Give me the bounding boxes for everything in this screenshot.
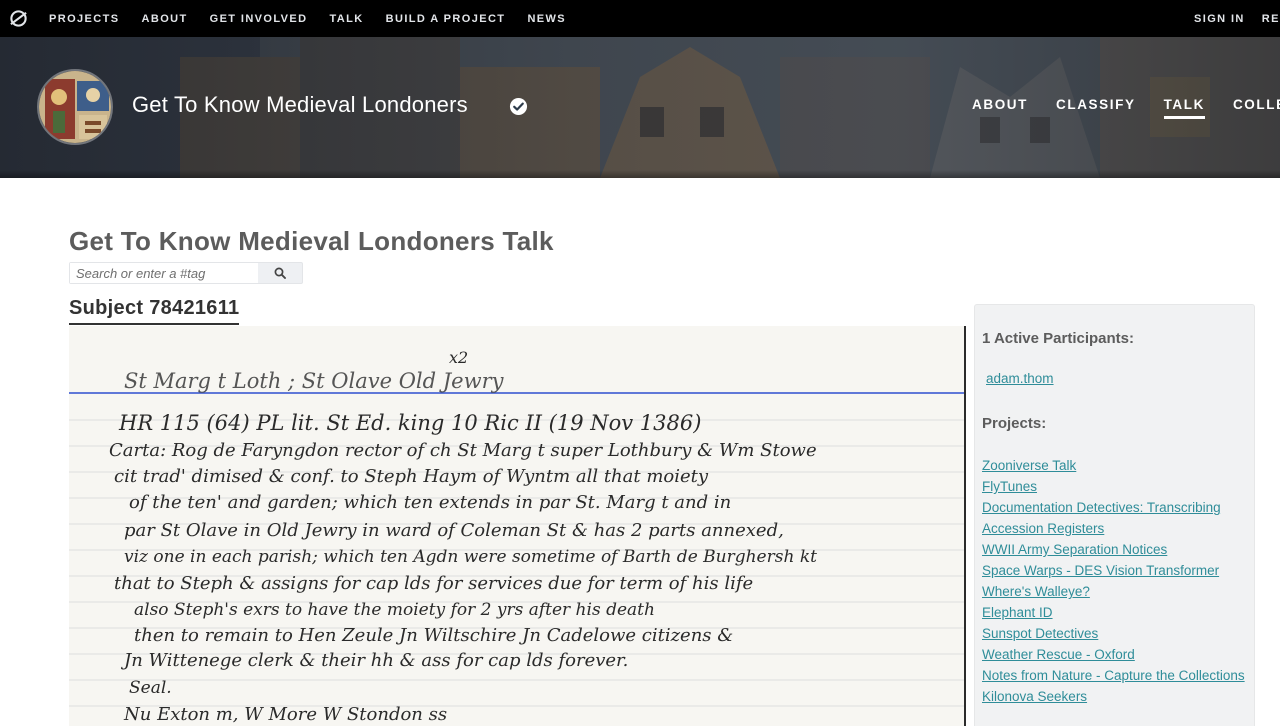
- manuscript-line: x2: [449, 348, 468, 367]
- talk-search-input[interactable]: [70, 263, 258, 283]
- manuscript-page: x2 St Marg t Loth ; St Olave Old Jewry HR …: [69, 348, 964, 725]
- project-tab-about[interactable]: ABOUT: [972, 97, 1028, 116]
- project-link[interactable]: Where's Walleye?: [982, 581, 1252, 602]
- manuscript-line: then to remain to Hen Zeule Jn Wiltschir…: [134, 625, 733, 646]
- project-link[interactable]: Sunspot Detectives: [982, 623, 1252, 644]
- talk-page-title: Get To Know Medieval Londoners Talk: [69, 226, 554, 256]
- project-avatar[interactable]: [37, 69, 113, 145]
- nav-about[interactable]: ABOUT: [142, 13, 188, 25]
- subject-title: Subject 78421611: [69, 297, 240, 319]
- nav-news[interactable]: NEWS: [527, 13, 566, 25]
- manuscript-line: cit trad' dimised & conf. to Steph Haym …: [114, 466, 709, 487]
- project-tab-talk[interactable]: TALK: [1163, 97, 1206, 119]
- project-link[interactable]: Weather Rescue - Oxford: [982, 644, 1252, 665]
- project-link[interactable]: Documentation Detectives: Transcribing A…: [982, 497, 1252, 539]
- subject-title-underline: [69, 323, 239, 325]
- project-link[interactable]: FlyTunes: [982, 476, 1252, 497]
- register-link[interactable]: REGI: [1262, 13, 1280, 25]
- zooniverse-logo-icon[interactable]: [9, 9, 28, 28]
- manuscript-line: Jn Wittenege clerk & their hh & ass for …: [120, 650, 628, 671]
- nav-build-a-project[interactable]: BUILD A PROJECT: [386, 13, 506, 25]
- sign-in-link[interactable]: SIGN IN: [1194, 13, 1245, 25]
- project-link[interactable]: WWII Army Separation Notices: [982, 539, 1252, 560]
- nav-talk[interactable]: TALK: [330, 13, 364, 25]
- nav-get-involved[interactable]: GET INVOLVED: [210, 13, 308, 25]
- header-bottom-shadow: [0, 170, 1280, 178]
- account-links: SIGN IN REGI: [1194, 0, 1280, 37]
- site-links: PROJECTS ABOUT GET INVOLVED TALK BUILD A…: [49, 0, 588, 37]
- manuscript-line: Seal.: [129, 678, 172, 698]
- project-link[interactable]: Space Warps - DES Vision Transformer: [982, 560, 1252, 581]
- participant-link[interactable]: adam.thom: [986, 371, 1054, 386]
- projects-heading: Projects:: [982, 415, 1047, 432]
- project-link[interactable]: Zooniverse Talk: [982, 455, 1252, 476]
- subject-image[interactable]: x2 St Marg t Loth ; St Olave Old Jewry HR …: [69, 326, 966, 726]
- manuscript-line: also Steph's exrs to have the moiety for…: [134, 600, 655, 620]
- manuscript-line: Nu Exton m, W More W Stondon ss: [123, 704, 447, 725]
- site-nav: PROJECTS ABOUT GET INVOLVED TALK BUILD A…: [0, 0, 1280, 37]
- project-link[interactable]: Elephant ID: [982, 602, 1252, 623]
- manuscript-line: St Marg t Loth ; St Olave Old Jewry: [124, 369, 505, 393]
- talk-sidebar: 1 Active Participants: adam.thom Project…: [974, 304, 1255, 726]
- search-icon: [274, 267, 286, 279]
- manuscript-line: Carta: Rog de Faryngdon rector of ch St …: [109, 440, 817, 461]
- project-link[interactable]: Notes from Nature - Capture the Collecti…: [982, 665, 1252, 686]
- talk-search: [69, 262, 303, 284]
- projects-list: Zooniverse Talk FlyTunes Documentation D…: [982, 455, 1252, 707]
- project-tab-classify[interactable]: CLASSIFY: [1056, 97, 1136, 116]
- project-tab-collect[interactable]: COLLECT: [1233, 97, 1280, 116]
- nav-projects[interactable]: PROJECTS: [49, 13, 120, 25]
- project-link[interactable]: Kilonova Seekers: [982, 686, 1252, 707]
- project-nav: ABOUT CLASSIFY TALK COLLECT: [972, 97, 1280, 119]
- manuscript-line: that to Steph & assigns for cap lds for …: [114, 573, 753, 594]
- manuscript-line: HR 115 (64) PL lit. St Ed. king 10 Ric I…: [118, 411, 701, 435]
- manuscript-line: of the ten' and garden; which ten extend…: [129, 492, 731, 513]
- manuscript-line: par St Olave in Old Jewry in ward of Col…: [124, 520, 784, 541]
- project-title[interactable]: Get To Know Medieval Londoners: [132, 92, 468, 118]
- participants-heading: 1 Active Participants:: [982, 330, 1134, 347]
- manuscript-line: viz one in each parish; which ten Agdn w…: [124, 547, 817, 567]
- project-header: Get To Know Medieval Londoners ABOUT CLA…: [0, 37, 1280, 178]
- search-button[interactable]: [258, 263, 302, 283]
- verified-badge-icon: [509, 97, 528, 116]
